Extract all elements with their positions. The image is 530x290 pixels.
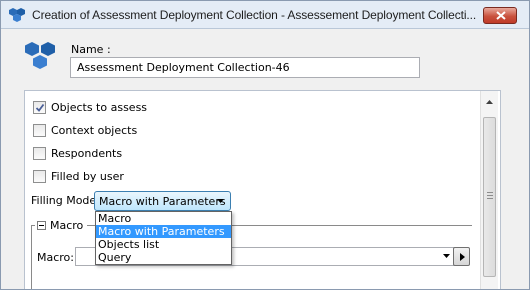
respondents-option[interactable]: Respondents bbox=[33, 145, 122, 161]
grip-icon bbox=[487, 192, 493, 201]
objects-to-assess-option[interactable]: Objects to assess bbox=[33, 99, 147, 115]
filled-by-user-checkbox[interactable] bbox=[33, 169, 46, 183]
collapse-icon[interactable] bbox=[37, 221, 46, 230]
dropdown-option-query[interactable]: Query bbox=[96, 251, 231, 264]
chevron-down-icon bbox=[217, 199, 224, 203]
vertical-scrollbar[interactable] bbox=[480, 91, 498, 289]
title-bar[interactable]: Creation of Assessment Deployment Collec… bbox=[1, 1, 529, 29]
respondents-label: Respondents bbox=[51, 146, 123, 160]
blue-cubes-icon bbox=[25, 42, 55, 69]
filling-mode-value: Macro with Parameters bbox=[99, 195, 226, 208]
group-border bbox=[31, 225, 32, 289]
filling-mode-select[interactable]: Macro with Parameters bbox=[94, 191, 231, 211]
dropdown-option-macro[interactable]: Macro bbox=[96, 212, 231, 225]
objects-to-assess-label: Objects to assess bbox=[51, 100, 148, 114]
objects-to-assess-checkbox[interactable] bbox=[33, 100, 46, 114]
filled-by-user-label: Filled by user bbox=[51, 169, 124, 183]
macro-label: Macro: bbox=[37, 251, 74, 264]
dropdown-option-objects-list[interactable]: Objects list bbox=[96, 238, 231, 251]
scroll-up-arrow-icon[interactable] bbox=[486, 100, 493, 104]
close-x-icon bbox=[496, 11, 506, 20]
filled-by-user-option[interactable]: Filled by user bbox=[33, 168, 124, 184]
checkmark-icon bbox=[35, 103, 45, 112]
context-objects-label: Context objects bbox=[51, 123, 138, 137]
name-input[interactable]: Assessment Deployment Collection-46 bbox=[70, 57, 420, 78]
dropdown-option-macro-with-parameters[interactable]: Macro with Parameters bbox=[96, 225, 231, 238]
window-title: Creation of Assessment Deployment Collec… bbox=[32, 8, 477, 22]
filling-mode-dropdown: Macro Macro with Parameters Objects list… bbox=[95, 211, 232, 265]
scroll-thumb[interactable] bbox=[483, 117, 496, 277]
macro-group-header[interactable]: Macro bbox=[35, 219, 88, 232]
macro-browse-button[interactable] bbox=[453, 247, 470, 266]
context-objects-checkbox[interactable] bbox=[33, 123, 46, 137]
dialog-window: Creation of Assessment Deployment Collec… bbox=[0, 0, 530, 290]
play-arrow-icon bbox=[460, 253, 465, 261]
context-objects-option[interactable]: Context objects bbox=[33, 122, 137, 138]
header-area: Name : Assessment Deployment Collection-… bbox=[1, 30, 529, 86]
chevron-down-icon[interactable] bbox=[443, 254, 450, 258]
filling-mode-label: Filling Mode: bbox=[31, 194, 100, 207]
close-button[interactable] bbox=[483, 7, 517, 24]
blue-cubes-icon bbox=[9, 8, 25, 22]
macro-group-title: Macro bbox=[50, 219, 84, 232]
name-label: Name : bbox=[71, 43, 111, 56]
respondents-checkbox[interactable] bbox=[33, 146, 46, 160]
